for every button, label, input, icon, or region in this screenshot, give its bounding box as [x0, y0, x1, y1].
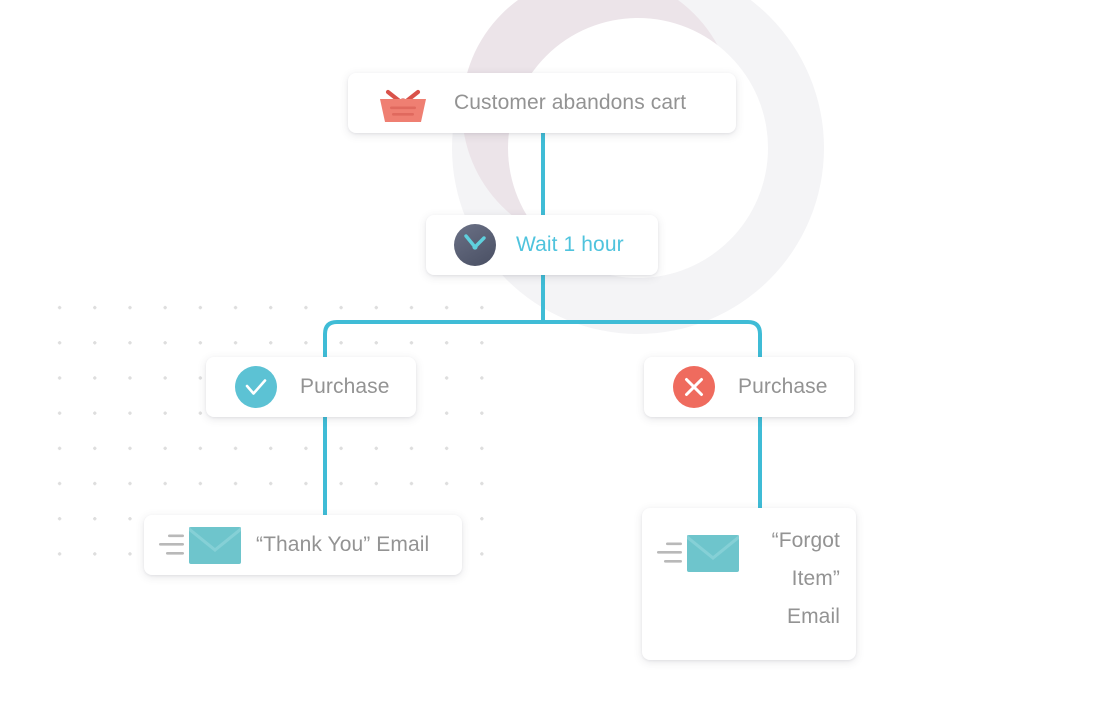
shopping-basket-icon	[374, 81, 432, 125]
node-label: Wait 1 hour	[516, 233, 624, 256]
envelope-icon	[158, 522, 244, 568]
workflow-node-email-forgot[interactable]: “Forgot Item” Email	[642, 508, 856, 660]
node-label: “Thank You” Email	[256, 533, 430, 556]
check-circle-icon	[234, 365, 278, 409]
node-label: Customer abandons cart	[454, 91, 687, 114]
workflow-node-email-thanks[interactable]: “Thank You” Email	[144, 515, 462, 575]
edge-split-to-purchase-no	[541, 320, 762, 359]
node-label: Purchase	[300, 375, 390, 398]
x-circle-icon	[672, 365, 716, 409]
node-label: Purchase	[738, 375, 828, 398]
workflow-node-purchase-yes[interactable]: Purchase	[206, 357, 416, 417]
node-label: “Forgot Item” Email	[771, 529, 840, 628]
workflow-canvas: Customer abandons cart Wait 1 hour Purch…	[0, 0, 1094, 717]
workflow-node-wait[interactable]: Wait 1 hour	[426, 215, 658, 275]
envelope-icon	[656, 522, 742, 576]
workflow-node-trigger[interactable]: Customer abandons cart	[348, 73, 736, 133]
clock-icon	[453, 223, 497, 267]
decorative-ring-outer	[452, 0, 824, 334]
workflow-node-purchase-no[interactable]: Purchase	[644, 357, 854, 417]
edge-split-to-purchase-yes	[323, 320, 545, 359]
